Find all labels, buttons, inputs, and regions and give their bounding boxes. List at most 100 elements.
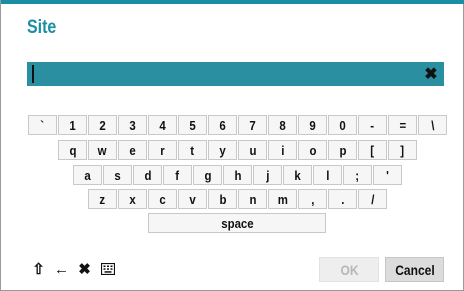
key[interactable]: ' [373, 165, 402, 185]
key[interactable]: , [298, 189, 327, 209]
key[interactable]: u [238, 140, 267, 160]
key[interactable]: 2 [88, 115, 117, 135]
ok-button-label: OK [339, 261, 359, 278]
key[interactable]: v [178, 189, 207, 209]
key[interactable]: 4 [148, 115, 177, 135]
key[interactable]: t [178, 140, 207, 160]
key[interactable]: 0 [328, 115, 357, 135]
key-label: - [370, 117, 375, 133]
key-label: k [294, 167, 301, 183]
key[interactable]: ; [343, 165, 372, 185]
cancel-button[interactable]: Cancel [385, 257, 444, 282]
key-label: x [129, 191, 136, 207]
key[interactable]: d [133, 165, 162, 185]
key-label: t [190, 142, 195, 158]
key-label: ` [40, 117, 45, 133]
key-label: 5 [189, 117, 196, 133]
backspace-icon[interactable]: ← [50, 258, 73, 280]
key[interactable]: e [118, 140, 147, 160]
key-label: 1 [69, 117, 76, 133]
shift-icon[interactable]: ⇧ [27, 258, 50, 280]
key[interactable]: \ [418, 115, 447, 135]
key[interactable]: w [88, 140, 117, 160]
keyboard-row-4: z x c v b n m,. / [88, 189, 388, 209]
key[interactable]: y [208, 140, 237, 160]
keyboard-row-3: a s d f g h j k l; ' [73, 165, 403, 185]
key-label: g [203, 167, 211, 183]
key-label: . [340, 191, 345, 207]
key[interactable]: q [58, 140, 87, 160]
key-label: a [84, 167, 91, 183]
accent-bar [1, 0, 464, 4]
key-label: 3 [129, 117, 136, 133]
key[interactable]: c [148, 189, 177, 209]
key[interactable]: ] [388, 140, 417, 160]
key[interactable]: m [268, 189, 297, 209]
key[interactable]: - [358, 115, 387, 135]
key-label: h [233, 167, 241, 183]
key[interactable]: l [313, 165, 342, 185]
key[interactable]: . [328, 189, 357, 209]
key[interactable]: 3 [118, 115, 147, 135]
key[interactable]: g [193, 165, 222, 185]
key[interactable]: s [103, 165, 132, 185]
keyboard-toolbar: ⇧ ← ✖ [27, 258, 119, 280]
key[interactable]: i [268, 140, 297, 160]
key[interactable]: z [88, 189, 117, 209]
key[interactable]: f [163, 165, 192, 185]
key[interactable]: o [298, 140, 327, 160]
key-label: b [218, 191, 226, 207]
cancel-button-label: Cancel [394, 261, 435, 278]
key[interactable]: 5 [178, 115, 207, 135]
key-label: 2 [99, 117, 106, 133]
key-label: l [325, 167, 330, 183]
key-label: [ [370, 142, 375, 158]
key-label: 0 [339, 117, 346, 133]
key-label: p [338, 142, 346, 158]
key-label: w [98, 142, 107, 158]
key[interactable]: / [358, 189, 387, 209]
clear-all-icon[interactable]: ✖ [73, 258, 96, 280]
keyboard-row-2: q w e r t y u i o p [] [58, 140, 418, 160]
space-key[interactable]: space [148, 213, 326, 233]
key[interactable]: n [238, 189, 267, 209]
key-label: j [265, 167, 270, 183]
key[interactable]: 8 [268, 115, 297, 135]
key[interactable]: x [118, 189, 147, 209]
key[interactable]: r [148, 140, 177, 160]
key-label: ' [386, 167, 389, 183]
key-label: v [189, 191, 196, 207]
key-label: , [310, 191, 315, 207]
key-label: 7 [249, 117, 256, 133]
key[interactable]: k [283, 165, 312, 185]
text-cursor [32, 65, 34, 83]
key[interactable]: [ [358, 140, 387, 160]
key[interactable]: 1 [58, 115, 87, 135]
key[interactable]: p [328, 140, 357, 160]
key-label: z [99, 191, 106, 207]
key-label: c [159, 191, 166, 207]
key[interactable]: h [223, 165, 252, 185]
key-label: ; [355, 167, 360, 183]
key-label: 8 [279, 117, 286, 133]
key-label: m [277, 191, 288, 207]
key-label: = [399, 117, 406, 133]
space-key-label: space [220, 215, 254, 231]
clear-input-button[interactable]: ✖ [421, 63, 441, 85]
key[interactable]: 7 [238, 115, 267, 135]
key[interactable]: = [388, 115, 417, 135]
key[interactable]: a [73, 165, 102, 185]
key[interactable]: 6 [208, 115, 237, 135]
key-label: \ [430, 117, 435, 133]
text-input-field[interactable]: ✖ [27, 62, 444, 86]
key-label: o [308, 142, 316, 158]
key-label: u [248, 142, 256, 158]
key[interactable]: ` [28, 115, 57, 135]
key-label: / [370, 191, 375, 207]
key-label: f [175, 167, 180, 183]
key[interactable]: j [253, 165, 282, 185]
ok-button[interactable]: OK [319, 257, 379, 282]
key[interactable]: b [208, 189, 237, 209]
key[interactable]: 9 [298, 115, 327, 135]
keyboard-icon[interactable] [96, 258, 119, 280]
